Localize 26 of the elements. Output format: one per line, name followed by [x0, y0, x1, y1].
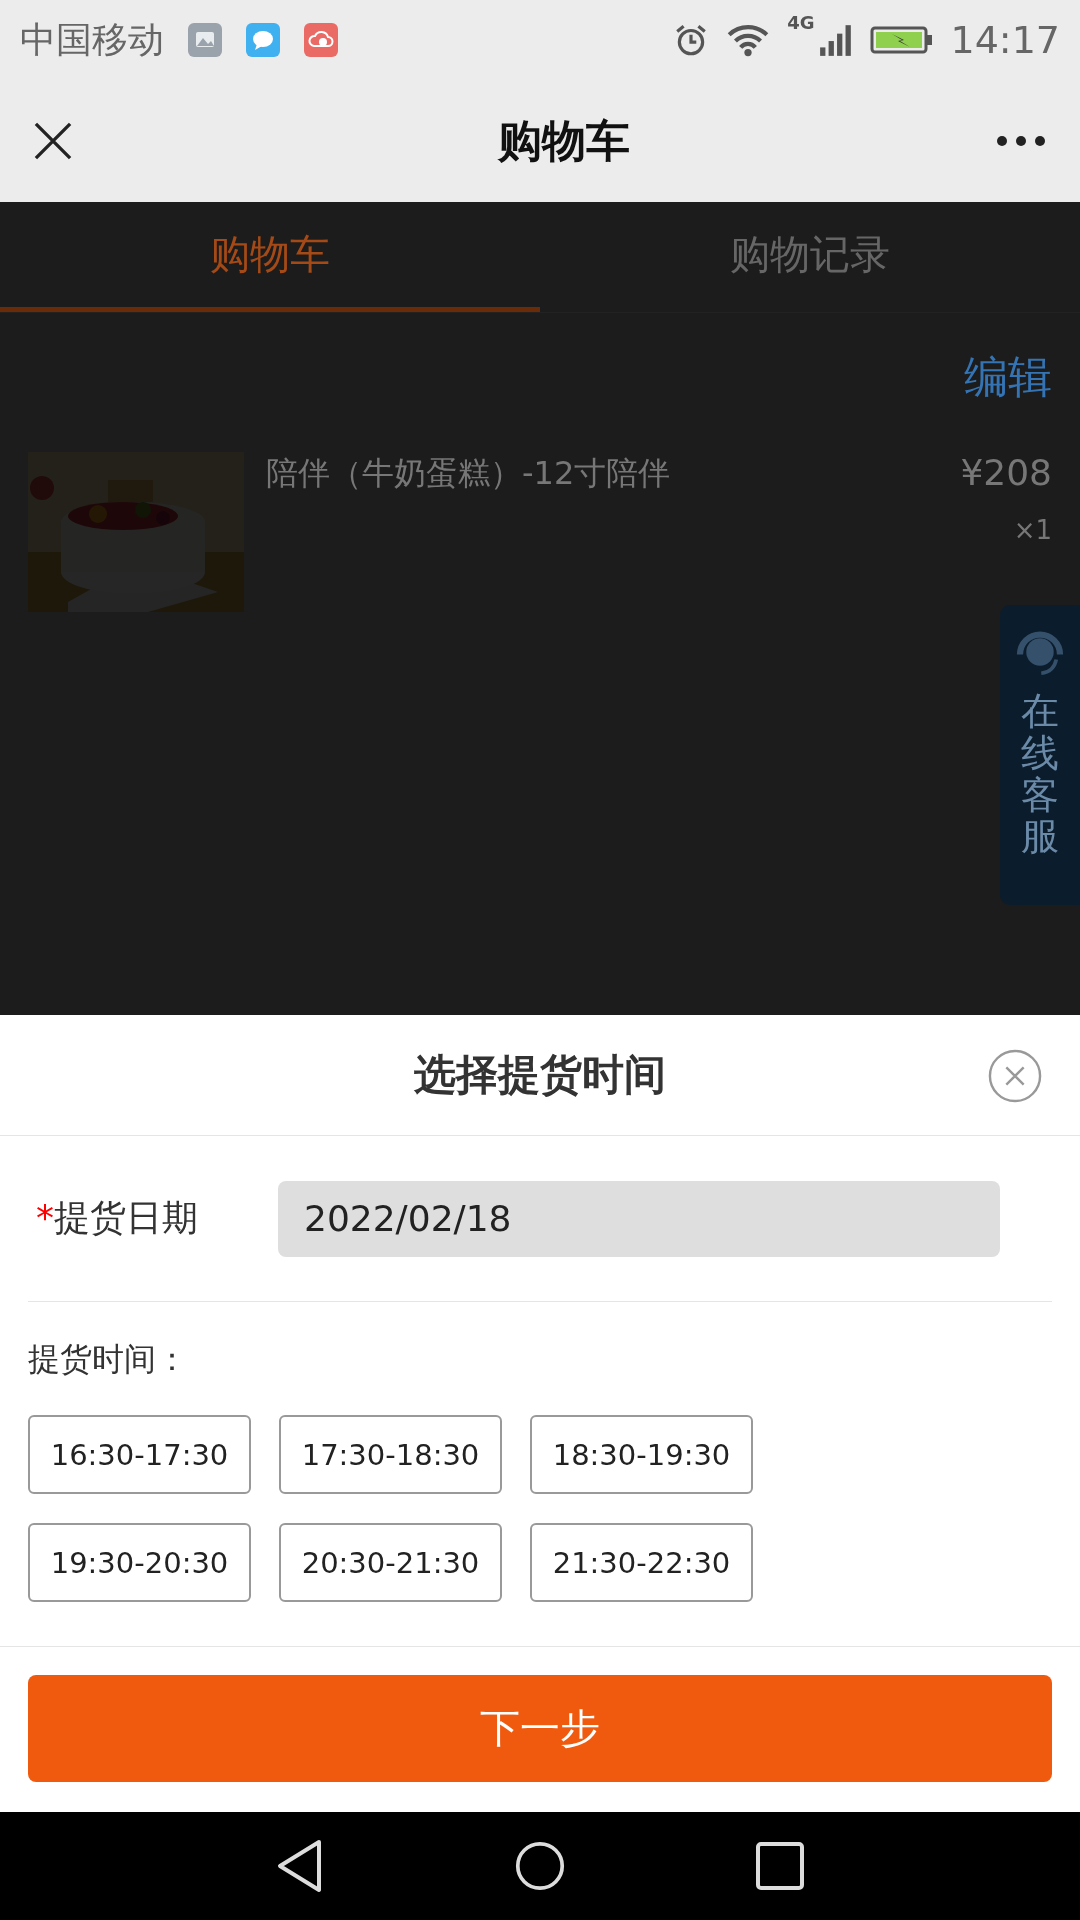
time-slot-button[interactable]: 17:30-18:30: [279, 1415, 502, 1494]
time-slot-button[interactable]: 18:30-19:30: [530, 1415, 753, 1494]
message-notification-icon: [246, 23, 280, 57]
section-label: 提货时间：: [28, 1340, 188, 1378]
home-icon[interactable]: [515, 1839, 565, 1893]
sheet-title: 选择提货时间: [414, 1049, 666, 1101]
date-field[interactable]: 2022/02/18: [278, 1180, 1000, 1257]
product-price: ¥208: [960, 452, 1052, 493]
time-slot-button[interactable]: 20:30-21:30: [279, 1523, 502, 1602]
page-title: 购物车: [498, 113, 630, 168]
battery-icon: [870, 24, 935, 56]
cloud-alert-icon: [304, 23, 338, 57]
time-slot-button[interactable]: 19:30-20:30: [28, 1523, 251, 1602]
close-icon[interactable]: [34, 122, 72, 160]
product-name: 陪伴（牛奶蛋糕）-12寸陪伴: [266, 454, 671, 492]
online-service-button[interactable]: 在线客服: [1000, 605, 1080, 905]
product-quantity: ×1: [1013, 515, 1052, 545]
field-label: *提货日期: [35, 1196, 199, 1240]
carrier-name: 中国移动: [20, 17, 164, 62]
clock-time: 14:17: [950, 18, 1060, 62]
more-icon[interactable]: [996, 135, 1046, 147]
time-slot-button[interactable]: 21:30-22:30: [530, 1523, 753, 1602]
gallery-notification-icon: [188, 23, 222, 57]
time-slot-button[interactable]: 16:30-17:30: [28, 1415, 251, 1494]
network-type: 4G: [787, 12, 815, 33]
recent-apps-icon[interactable]: [755, 1839, 805, 1893]
